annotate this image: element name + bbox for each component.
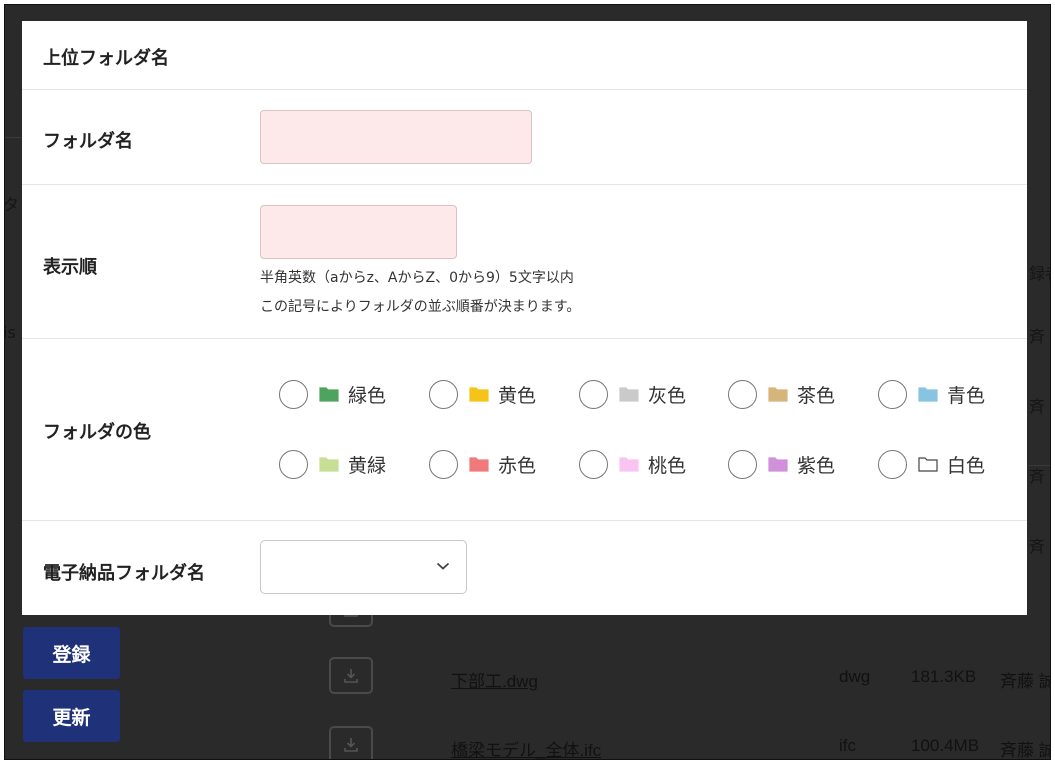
color-radio[interactable]: [579, 449, 608, 479]
display-order-hint: この記号によりフォルダの並ぶ順番が決まります。: [260, 299, 581, 315]
edge-fragment: 斉: [1029, 327, 1046, 346]
color-option[interactable]: 茶色: [728, 379, 835, 409]
download-icon: [344, 737, 358, 752]
download-button[interactable]: [329, 657, 373, 694]
file-owner: 斉藤 誠: [1000, 672, 1051, 691]
color-label: 桃色: [648, 454, 687, 477]
folder-icon: [469, 387, 489, 402]
parent-folder-row: 上位フォルダ名: [22, 21, 1027, 90]
color-option[interactable]: 緑色: [279, 379, 386, 409]
color-label: 緑色: [348, 384, 387, 407]
register-button[interactable]: 登録: [23, 627, 120, 679]
color-label: 灰色: [648, 384, 687, 407]
color-label: 青色: [947, 384, 986, 407]
parent-folder-label: 上位フォルダ名: [43, 48, 169, 69]
color-label: 赤色: [498, 454, 537, 477]
folder-icon: [918, 457, 938, 472]
color-option[interactable]: 白色: [878, 449, 985, 479]
folder-icon: [619, 387, 639, 402]
color-label: 白色: [947, 454, 986, 477]
divider: [5, 137, 23, 138]
folder-color-row: フォルダの色 緑色 黄色 灰色 茶色 青色黄緑 赤色 桃色 紫色 白色: [22, 339, 1027, 521]
chevron-down-icon: [436, 562, 450, 570]
color-radio[interactable]: [279, 449, 308, 479]
electronic-folder-select[interactable]: [260, 540, 467, 594]
electronic-folder-row: 電子納品フォルダ名: [22, 521, 1027, 615]
folder-icon: [768, 457, 788, 472]
folder-name-label: フォルダ名: [43, 131, 133, 152]
color-radio[interactable]: [878, 449, 907, 479]
file-size: 181.3KB: [911, 667, 977, 686]
color-label: 黄色: [498, 384, 537, 407]
color-option[interactable]: 黄緑: [279, 449, 386, 479]
color-radio[interactable]: [279, 379, 308, 409]
folder-name-input[interactable]: [260, 110, 532, 164]
download-button[interactable]: [329, 726, 373, 759]
file-type: ifc: [839, 736, 856, 755]
color-radio[interactable]: [579, 379, 608, 409]
folder-name-row: フォルダ名: [22, 90, 1027, 185]
edge-fragment: 録者: [1029, 264, 1050, 283]
color-option[interactable]: 紫色: [728, 449, 835, 479]
update-button[interactable]: 更新: [23, 690, 120, 742]
edge-fragment: is: [4, 323, 16, 342]
folder-icon: [918, 387, 938, 402]
file-size: 100.4MB: [911, 736, 980, 755]
folder-edit-modal: 上位フォルダ名 フォルダ名 表示順 半角英数（aからz、AからZ、0から9）5文…: [22, 21, 1027, 615]
display-order-label: 表示順: [43, 257, 97, 278]
color-label: 黄緑: [348, 454, 387, 477]
display-order-row: 表示順 半角英数（aからz、AからZ、0から9）5文字以内 この記号によりフォル…: [22, 185, 1027, 339]
color-radio[interactable]: [429, 449, 458, 479]
color-radio[interactable]: [728, 449, 757, 479]
folder-icon: [319, 457, 339, 472]
edge-fragment: 斉: [1029, 397, 1046, 416]
display-order-input[interactable]: [260, 205, 457, 259]
folder-icon: [319, 387, 339, 402]
file-link[interactable]: 下部工.dwg: [451, 667, 538, 692]
color-label: 茶色: [797, 384, 836, 407]
color-option[interactable]: 灰色: [579, 379, 686, 409]
color-option[interactable]: 桃色: [579, 449, 686, 479]
download-icon: [344, 668, 358, 683]
edge-fragment: タ: [4, 195, 20, 214]
folder-icon: [768, 387, 788, 402]
color-option[interactable]: 赤色: [429, 449, 536, 479]
color-option[interactable]: 黄色: [429, 379, 536, 409]
folder-color-label: フォルダの色: [43, 422, 151, 443]
folder-icon: [619, 457, 639, 472]
color-radio[interactable]: [429, 379, 458, 409]
color-label: 紫色: [797, 454, 836, 477]
file-link[interactable]: 橋梁モデル_全体.ifc: [451, 736, 601, 759]
electronic-folder-label: 電子納品フォルダ名: [43, 563, 205, 584]
folder-icon: [469, 457, 489, 472]
file-type: dwg: [839, 667, 871, 686]
display-order-hint: 半角英数（aからz、AからZ、0から9）5文字以内: [260, 270, 574, 286]
color-radio[interactable]: [878, 379, 907, 409]
color-radio[interactable]: [728, 379, 757, 409]
edge-fragment: 斉: [1029, 537, 1046, 556]
color-option[interactable]: 青色: [878, 379, 985, 409]
edge-fragment: 斉: [1029, 467, 1046, 486]
file-owner: 斉藤 誠: [1000, 741, 1051, 760]
